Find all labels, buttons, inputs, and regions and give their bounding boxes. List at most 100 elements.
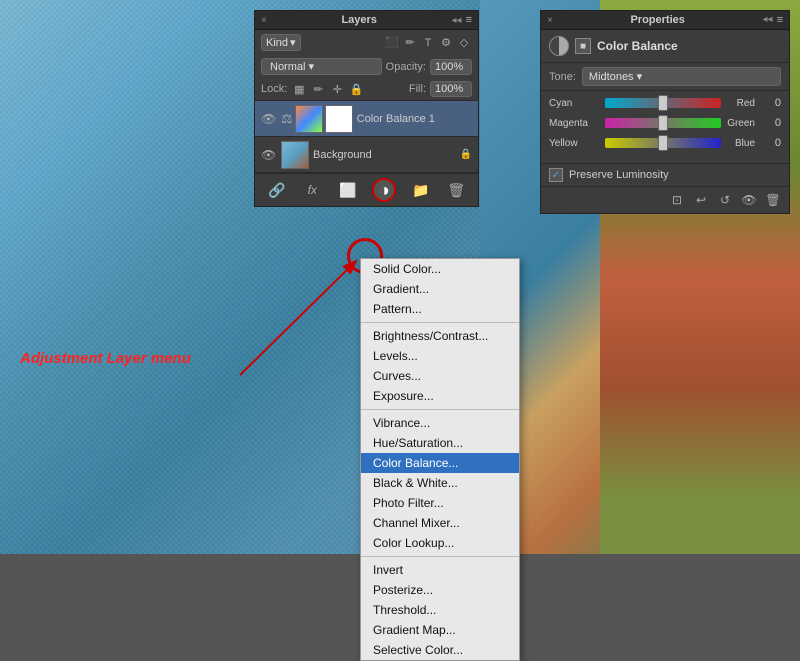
new-adjustment-btn[interactable]: ◑ xyxy=(372,178,396,202)
preserve-label: Preserve Luminosity xyxy=(569,169,669,181)
layer-eye-background[interactable]: 👁 xyxy=(261,148,277,162)
tone-dropdown[interactable]: Midtones ▾ xyxy=(582,67,781,86)
clip-btn[interactable]: ⊡ xyxy=(667,190,687,210)
lock-paint-btn[interactable]: ✏ xyxy=(310,81,326,97)
delete-btn[interactable]: 🗑 xyxy=(763,190,783,210)
menu-item-vibrance[interactable]: Vibrance... xyxy=(361,413,519,433)
properties-panel: × Properties ◂◂ ≡ ■ Color Balance Tone: … xyxy=(540,10,790,214)
link-btn[interactable]: 🔗 xyxy=(266,179,288,201)
properties-toolbar: ⊡ ↩ ↺ 👁 🗑 xyxy=(541,186,789,213)
visibility-toggle[interactable]: ■ xyxy=(575,38,591,54)
layer-icons-background xyxy=(281,141,309,169)
menu-item-hue-sat[interactable]: Hue/Saturation... xyxy=(361,433,519,453)
menu-sep-1 xyxy=(361,322,519,323)
menu-item-exposure[interactable]: Exposure... xyxy=(361,386,519,406)
menu-item-photo-filter[interactable]: Photo Filter... xyxy=(361,493,519,513)
layer-item-background[interactable]: 👁 Background 🔒 xyxy=(255,137,478,173)
mask-btn[interactable]: ⬜ xyxy=(337,179,359,201)
menu-item-posterize[interactable]: Posterize... xyxy=(361,580,519,600)
green-label: Green xyxy=(725,118,755,129)
properties-close-btn[interactable]: × xyxy=(547,15,553,26)
tone-label: Tone: xyxy=(549,71,576,83)
yellow-blue-slider-row: Yellow Blue 0 xyxy=(549,137,781,149)
background-lock-icon: 🔒 xyxy=(460,149,472,160)
kind-icon-2[interactable]: ✏ xyxy=(402,35,418,51)
fill-value[interactable]: 100% xyxy=(430,81,472,97)
cyan-red-slider[interactable] xyxy=(605,98,721,108)
menu-item-brightness[interactable]: Brightness/Contrast... xyxy=(361,326,519,346)
cyan-red-value: 0 xyxy=(759,97,781,109)
layers-menu-btn[interactable]: ≡ xyxy=(466,14,472,26)
cyan-red-slider-row: Cyan Red 0 xyxy=(549,97,781,109)
fx-btn[interactable]: fx xyxy=(301,179,323,201)
menu-item-pattern[interactable]: Pattern... xyxy=(361,299,519,319)
menu-item-solid-color[interactable]: Solid Color... xyxy=(361,259,519,279)
layers-close-btn[interactable]: × xyxy=(261,15,267,26)
annotation-text: Adjustment Layer menu xyxy=(20,350,191,367)
menu-item-threshold[interactable]: Threshold... xyxy=(361,600,519,620)
kind-icon-4[interactable]: ⚙ xyxy=(438,35,454,51)
lock-transparency-btn[interactable]: ▦ xyxy=(291,81,307,97)
layer-name-color-balance: Color Balance 1 xyxy=(357,113,472,125)
lock-label: Lock: xyxy=(261,83,287,95)
visibility-btn[interactable]: 👁 xyxy=(739,190,759,210)
yellow-blue-thumb[interactable] xyxy=(658,135,668,151)
lock-all-btn[interactable]: 🔒 xyxy=(348,81,364,97)
layer-eye-color-balance[interactable]: 👁 xyxy=(261,112,277,126)
blend-mode-dropdown[interactable]: Normal ▾ xyxy=(261,58,382,75)
kind-icon-5[interactable]: ◇ xyxy=(456,35,472,51)
layers-panel: × Layers ◂◂ ≡ Kind ▾ ⬛ ✏ T ⚙ ◇ Normal ▾ … xyxy=(254,10,479,207)
properties-menu-btn[interactable]: ≡ xyxy=(777,14,783,26)
color-balance-thumb xyxy=(295,105,323,133)
blue-label: Blue xyxy=(725,138,755,149)
kind-icon-3[interactable]: T xyxy=(420,35,436,51)
magenta-green-value: 0 xyxy=(759,117,781,129)
lock-row: Lock: ▦ ✏ ✛ 🔒 Fill: 100% xyxy=(255,78,478,101)
layer-item-color-balance[interactable]: 👁 ⚖ Color Balance 1 xyxy=(255,101,478,137)
menu-item-color-balance[interactable]: Color Balance... xyxy=(361,453,519,473)
reset-btn[interactable]: ↺ xyxy=(715,190,735,210)
magenta-label: Magenta xyxy=(549,118,601,129)
layers-panel-controls: ◂◂ ≡ xyxy=(452,14,472,26)
kind-icon-1[interactable]: ⬛ xyxy=(384,35,400,51)
layer-toolbar: 🔗 fx ⬜ ◑ 📁 🗑 xyxy=(255,173,478,206)
layers-panel-titlebar: × Layers ◂◂ ≡ xyxy=(255,11,478,30)
yellow-blue-slider[interactable] xyxy=(605,138,721,148)
layers-title: Layers xyxy=(341,14,376,26)
color-sliders: Cyan Red 0 Magenta Green 0 Yellow Blue 0 xyxy=(541,91,789,163)
lock-position-btn[interactable]: ✛ xyxy=(329,81,345,97)
menu-item-channel-mixer[interactable]: Channel Mixer... xyxy=(361,513,519,533)
menu-item-bw[interactable]: Black & White... xyxy=(361,473,519,493)
kind-dropdown[interactable]: Kind ▾ xyxy=(261,34,301,51)
prev-state-btn[interactable]: ↩ xyxy=(691,190,711,210)
blend-row: Normal ▾ Opacity: 100% xyxy=(255,55,478,78)
preserve-luminosity-row: ✓ Preserve Luminosity xyxy=(541,163,789,186)
context-menu: Solid Color... Gradient... Pattern... Br… xyxy=(360,258,520,661)
layers-list: 👁 ⚖ Color Balance 1 👁 Background 🔒 xyxy=(255,101,478,173)
new-group-btn[interactable]: 📁 xyxy=(410,179,432,201)
adjustment-icon: ⚖ xyxy=(281,111,293,127)
color-balance-title: Color Balance xyxy=(597,39,678,53)
menu-item-gradient[interactable]: Gradient... xyxy=(361,279,519,299)
menu-item-levels[interactable]: Levels... xyxy=(361,346,519,366)
opacity-value[interactable]: 100% xyxy=(430,59,472,75)
menu-item-invert[interactable]: Invert xyxy=(361,560,519,580)
properties-titlebar: × Properties ◂◂ ≡ xyxy=(541,11,789,30)
layers-collapse-btn[interactable]: ◂◂ xyxy=(452,15,462,26)
menu-item-curves[interactable]: Curves... xyxy=(361,366,519,386)
menu-sep-2 xyxy=(361,409,519,410)
delete-layer-btn[interactable]: 🗑 xyxy=(445,179,467,201)
menu-item-color-lookup[interactable]: Color Lookup... xyxy=(361,533,519,553)
background-thumb xyxy=(281,141,309,169)
menu-item-selective-color[interactable]: Selective Color... xyxy=(361,640,519,660)
red-label: Red xyxy=(725,98,755,109)
magenta-green-slider[interactable] xyxy=(605,118,721,128)
properties-collapse-btn[interactable]: ◂◂ xyxy=(763,14,773,26)
properties-controls: ◂◂ ≡ xyxy=(763,14,783,26)
opacity-label: Opacity: xyxy=(386,61,426,73)
preserve-checkbox[interactable]: ✓ xyxy=(549,168,563,182)
lock-icons: ▦ ✏ ✛ 🔒 xyxy=(291,81,364,97)
menu-item-gradient-map[interactable]: Gradient Map... xyxy=(361,620,519,640)
cyan-red-thumb[interactable] xyxy=(658,95,668,111)
magenta-green-thumb[interactable] xyxy=(658,115,668,131)
